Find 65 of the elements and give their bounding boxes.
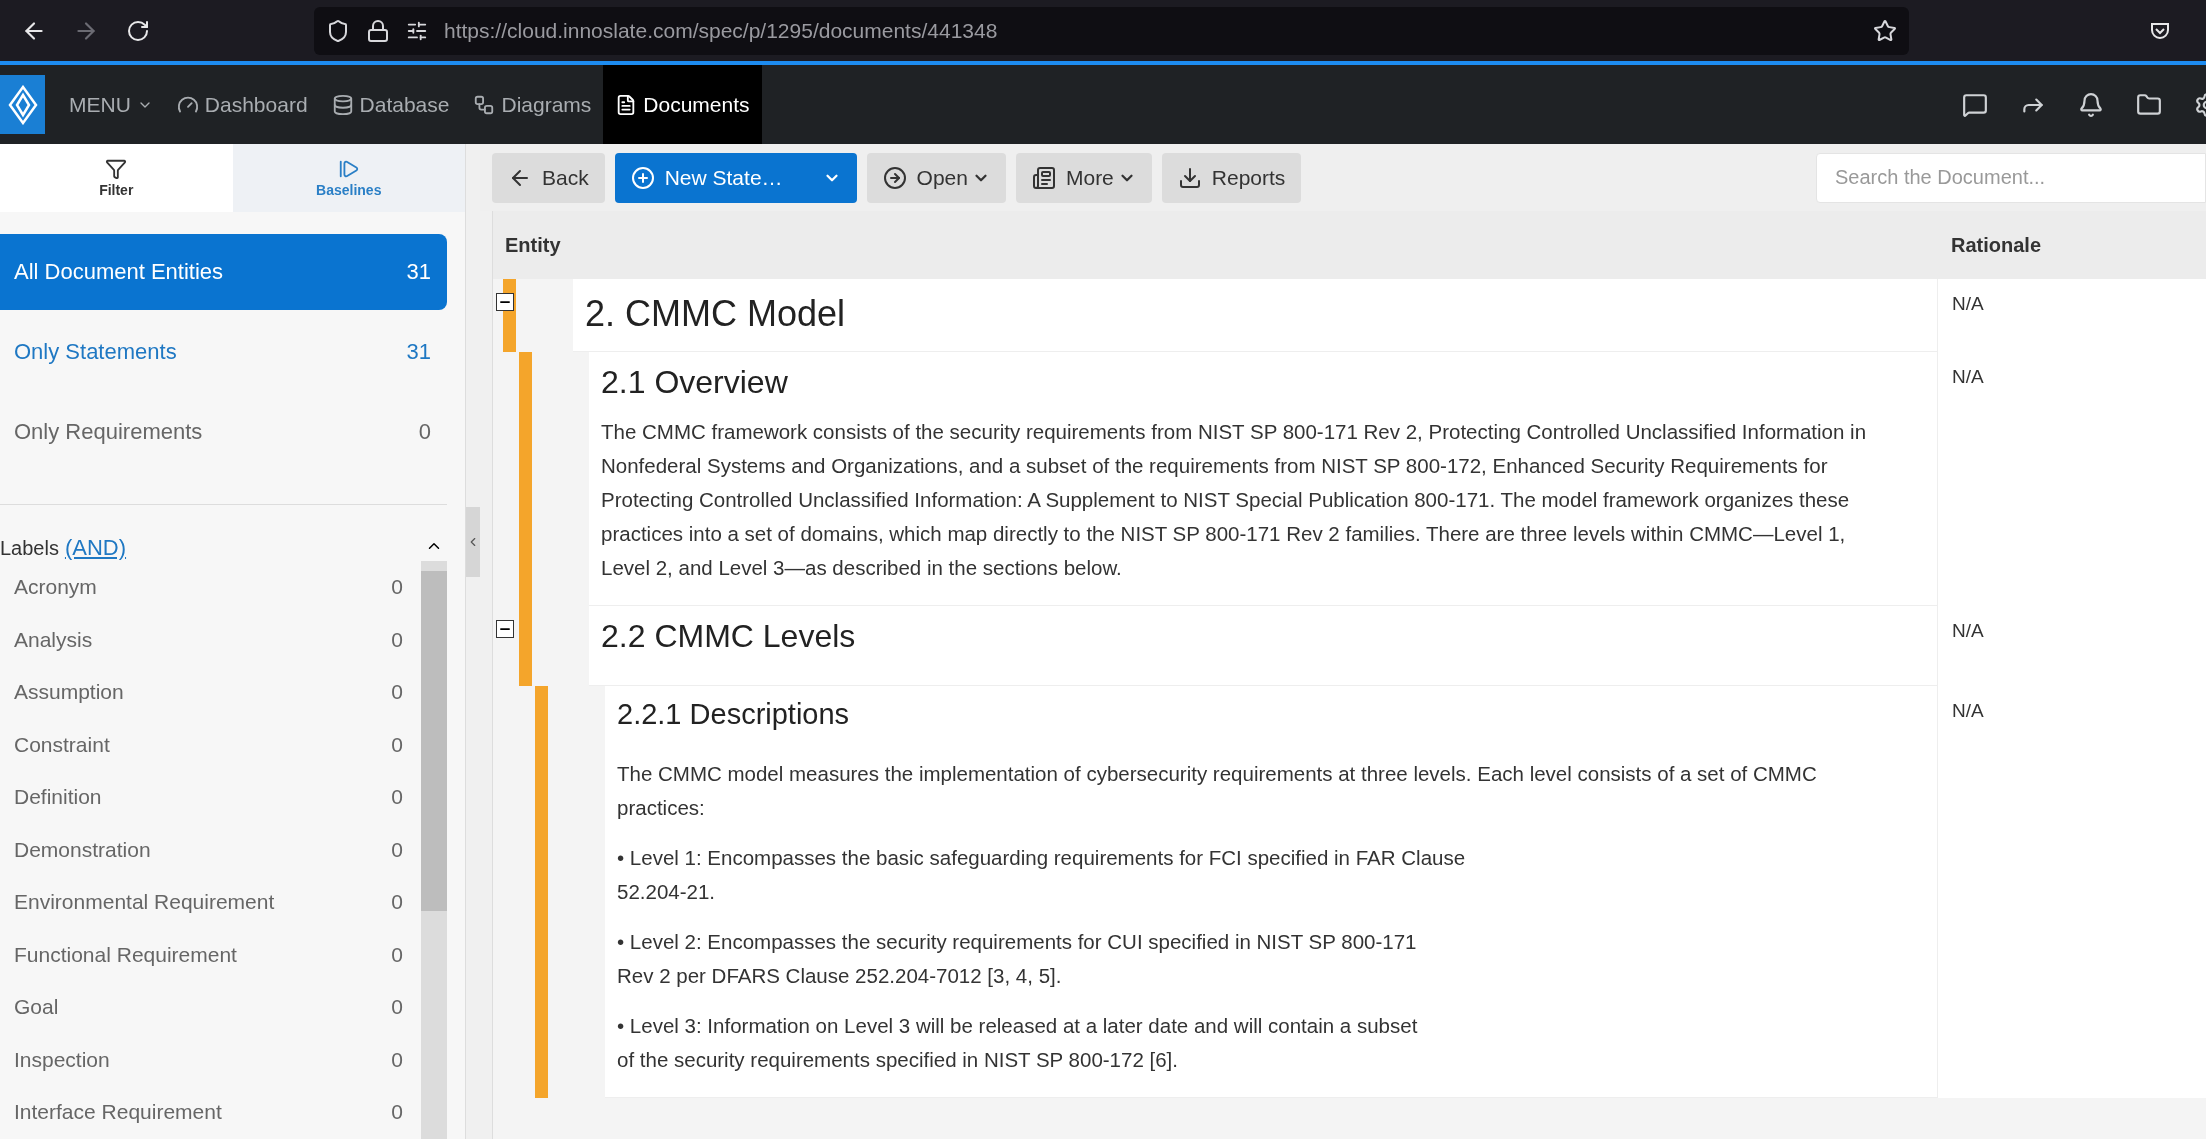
- section-heading: 2.1 Overview: [601, 363, 789, 402]
- plus-circle-icon: [630, 165, 655, 190]
- column-header: Rationale: [1951, 233, 2042, 256]
- menu-button[interactable]: MENU: [57, 65, 165, 144]
- body-paragraph: • Level 1: Encompasses the basic safeguarding requirements for FCI specified in FAR Clause 52.204-21.: [617, 845, 1467, 905]
- search-field[interactable]: Search the Document...: [1816, 152, 2206, 203]
- label-item[interactable]: Demonstration 0: [0, 823, 421, 876]
- label-item[interactable]: Constraint 0: [0, 718, 421, 771]
- nav-tab[interactable]: Documents: [603, 65, 762, 144]
- rationale-text: N/A: [1952, 700, 1984, 721]
- database-icon: [331, 93, 354, 116]
- diagram-icon: [473, 93, 496, 116]
- collapse-toggle[interactable]: [496, 620, 514, 638]
- toolbar-button[interactable]: Reports: [1161, 152, 1302, 203]
- label-item[interactable]: Assumption 0: [0, 666, 421, 719]
- body-paragraph: The CMMC model measures the implementation of cybersecurity requirements at three levels. Each level consists of a set of CMMC practices:: [617, 761, 1818, 821]
- url-text: https://cloud.innoslate.com/spec/p/1295/documents/441348: [444, 18, 999, 43]
- filter-item[interactable]: All Document Entities 31: [0, 234, 447, 310]
- toolbar-button[interactable]: Open: [866, 152, 1006, 203]
- step-forward-icon: [337, 158, 360, 180]
- shield-icon: [326, 18, 350, 43]
- nav-tab[interactable]: Diagrams: [461, 65, 604, 144]
- logo-icon[interactable]: [0, 75, 45, 134]
- section-heading: 2.2 CMMC Levels: [601, 617, 857, 656]
- rationale-text: N/A: [1952, 620, 1984, 641]
- lock-icon: [366, 18, 390, 43]
- label-item[interactable]: Definition 0: [0, 771, 421, 824]
- list-icon: [1031, 165, 1056, 190]
- filter-item[interactable]: Only Requirements 0: [0, 394, 447, 470]
- filter-item[interactable]: Only Statements 31: [0, 314, 447, 390]
- rationale-text: N/A: [1952, 366, 1984, 387]
- label-item[interactable]: Inspection 0: [0, 1033, 421, 1086]
- folder-icon[interactable]: [2136, 91, 2162, 118]
- column-header: Entity: [505, 233, 561, 256]
- label-item[interactable]: Goal 0: [0, 981, 421, 1034]
- filter-icon: [105, 158, 128, 180]
- section-heading: 2.2.1 Descriptions: [617, 697, 851, 732]
- toolbar-button[interactable]: More: [1015, 152, 1152, 203]
- labels-heading: Labels: [0, 536, 59, 560]
- download-icon: [1177, 165, 1202, 190]
- label-item[interactable]: Environmental Requirement 0: [0, 876, 421, 929]
- label-item[interactable]: Functional Requirement 0: [0, 928, 421, 981]
- sidebar-tab[interactable]: Filter: [0, 144, 233, 212]
- permissions-icon[interactable]: [406, 19, 428, 42]
- body-paragraph: • Level 3: Information on Level 3 will be released at a later date and will contain a subset of the security requirements specified in NIST SP 800-172 [6].: [617, 1013, 1419, 1073]
- comment-icon[interactable]: [1962, 91, 1988, 118]
- body-paragraph: • Level 2: Encompasses the security requirements for CUI specified in NIST SP 800-171 Rev 2 per DFARS Clause 252.204-7012 [3, 4, 5].: [617, 929, 1418, 989]
- label-item[interactable]: Interface Requirement 0: [0, 1086, 421, 1139]
- and-link[interactable]: (AND): [64, 535, 127, 561]
- star-icon[interactable]: [1873, 18, 1897, 43]
- collapse-handle[interactable]: [466, 506, 480, 577]
- address-bar[interactable]: https://cloud.innoslate.com/spec/p/1295/documents/441348: [314, 6, 1909, 55]
- body-paragraph: The CMMC framework consists of the security requirements from NIST SP 800-171 Rev 2, Protecting Controlled Unclassified Information in Nonfederal Systems and Organizations, and a subset of the requirements from NIST SP 800-172, Enhanced Security Requirements for Protecting Controlled Unclassified Information: A Supplement to NIST Special Publication 800-171. The model framework organizes these practices into a set of domains, which map directly to the NIST SP 800-171 Rev 2 families. There are three levels within CMMC—Level 1, Level 2, and Level 3—as described in the sections below.: [601, 419, 1868, 581]
- collapse-toggle[interactable]: [496, 293, 514, 311]
- bell-icon[interactable]: [2078, 91, 2104, 118]
- toolbar-button[interactable]: Back: [492, 152, 605, 203]
- nav-tab[interactable]: Database: [319, 65, 462, 144]
- sidebar-tab[interactable]: Baselines: [232, 144, 465, 212]
- label-item[interactable]: Acronym 0: [0, 561, 421, 614]
- label-item[interactable]: Analysis 0: [0, 613, 421, 666]
- scroll-thumb[interactable]: [421, 571, 447, 911]
- rationale-text: N/A: [1952, 293, 1984, 314]
- toolbar-button[interactable]: New State…: [614, 152, 857, 203]
- nav-tab[interactable]: Dashboard: [164, 65, 320, 144]
- section-heading: 2. CMMC Model: [585, 292, 847, 336]
